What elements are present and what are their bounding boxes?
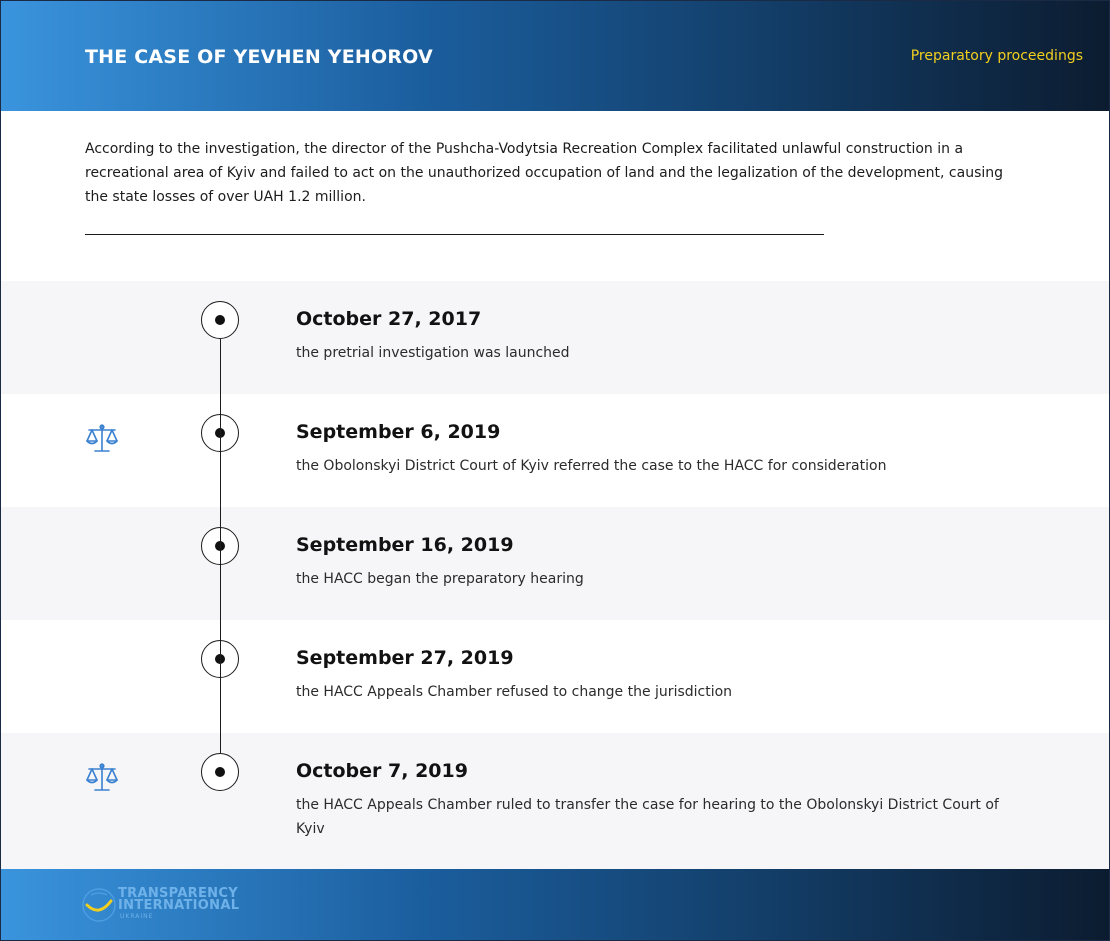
summary-divider xyxy=(85,234,824,235)
scales-icon xyxy=(86,424,118,452)
footer-banner: TRANSPARENCY INTERNATIONAL UKRAINE xyxy=(1,869,1109,940)
event-date: September 16, 2019 xyxy=(296,534,514,556)
scales-icon xyxy=(86,763,118,791)
timeline-event: October 7, 2019 the HACC Appeals Chamber… xyxy=(1,733,1109,870)
event-description: the HACC Appeals Chamber ruled to transf… xyxy=(296,797,999,837)
event-description: the HACC began the preparatory hearing xyxy=(296,571,584,587)
logo-text-line3: UKRAINE xyxy=(120,913,154,920)
globe-icon xyxy=(82,888,116,922)
event-date: September 6, 2019 xyxy=(296,421,501,443)
logo-text-line2: INTERNATIONAL xyxy=(118,898,240,913)
case-title: THE CASE OF YEVHEN YEHOROV xyxy=(85,46,433,68)
timeline-event: September 27, 2019 the HACC Appeals Cham… xyxy=(1,620,1109,733)
event-description: the Obolonskyi District Court of Kyiv re… xyxy=(296,458,887,474)
transparency-international-logo: TRANSPARENCY INTERNATIONAL UKRAINE xyxy=(81,885,241,925)
case-summary: According to the investigation, the dire… xyxy=(85,141,1004,205)
case-card: THE CASE OF YEVHEN YEHOROV Preparatory p… xyxy=(0,0,1110,941)
event-description: the pretrial investigation was launched xyxy=(296,345,570,361)
timeline-event: September 6, 2019 the Obolonskyi Distric… xyxy=(1,394,1109,507)
event-date: October 27, 2017 xyxy=(296,308,482,330)
timeline-event: September 16, 2019 the HACC began the pr… xyxy=(1,507,1109,620)
timeline-marker xyxy=(201,753,239,791)
header-banner: THE CASE OF YEVHEN YEHOROV Preparatory p… xyxy=(1,1,1109,111)
case-stage-label: Preparatory proceedings xyxy=(910,48,1083,64)
event-description: the HACC Appeals Chamber refused to chan… xyxy=(296,684,733,700)
event-date: October 7, 2019 xyxy=(296,760,468,782)
event-date: September 27, 2019 xyxy=(296,647,514,669)
timeline-marker xyxy=(201,301,239,339)
timeline-line xyxy=(220,339,221,753)
timeline-event: October 27, 2017 the pretrial investigat… xyxy=(1,281,1109,394)
